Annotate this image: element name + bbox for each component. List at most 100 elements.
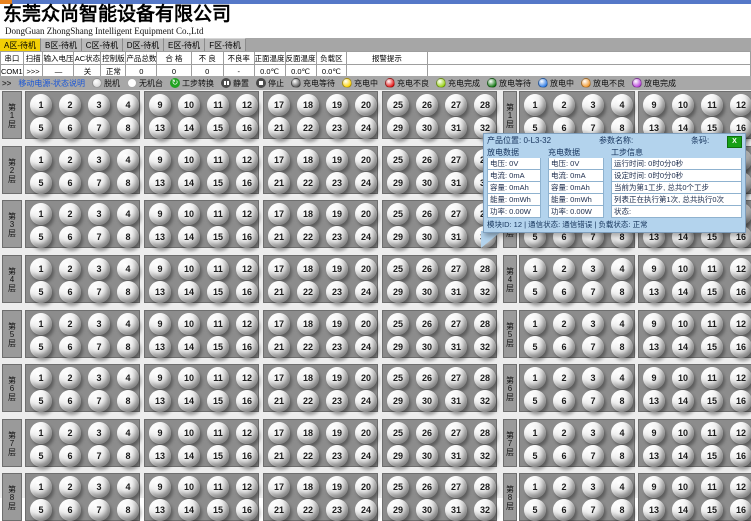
battery-cell[interactable]: 10 [178, 258, 200, 280]
battery-cell[interactable]: 5 [30, 445, 52, 467]
battery-cell[interactable]: 10 [178, 476, 200, 498]
battery-cell[interactable]: 1 [30, 313, 52, 335]
zone-tab-4[interactable]: D区-待机 [123, 38, 164, 51]
battery-cell[interactable]: 23 [326, 336, 348, 358]
battery-cell[interactable]: 4 [611, 258, 633, 280]
battery-cell[interactable]: 25 [387, 422, 409, 444]
battery-cell[interactable]: 12 [730, 313, 751, 335]
battery-cell[interactable]: 11 [207, 149, 229, 171]
battery-cell[interactable]: 6 [553, 390, 575, 412]
battery-cell[interactable]: 7 [582, 336, 604, 358]
battery-cell[interactable]: 25 [387, 367, 409, 389]
battery-cell[interactable]: 7 [582, 445, 604, 467]
battery-cell[interactable]: 1 [524, 94, 546, 116]
battery-cell[interactable]: 27 [445, 476, 467, 498]
battery-cell[interactable]: 22 [297, 226, 319, 248]
battery-cell[interactable]: 18 [297, 313, 319, 335]
battery-cell[interactable]: 20 [355, 422, 377, 444]
battery-cell[interactable]: 16 [236, 117, 258, 139]
battery-cell[interactable]: 19 [326, 258, 348, 280]
battery-cell[interactable]: 24 [355, 117, 377, 139]
battery-cell[interactable]: 3 [88, 203, 110, 225]
battery-cell[interactable]: 15 [207, 336, 229, 358]
battery-cell[interactable]: 15 [207, 445, 229, 467]
battery-cell[interactable]: 26 [416, 203, 438, 225]
battery-cell[interactable]: 23 [326, 226, 348, 248]
battery-cell[interactable]: 10 [672, 476, 694, 498]
battery-cell[interactable]: 5 [524, 445, 546, 467]
battery-cell[interactable]: 6 [59, 390, 81, 412]
battery-cell[interactable]: 3 [88, 94, 110, 116]
battery-cell[interactable]: 4 [117, 422, 139, 444]
battery-cell[interactable]: 2 [553, 422, 575, 444]
battery-cell[interactable]: 16 [236, 336, 258, 358]
battery-cell[interactable]: 2 [59, 258, 81, 280]
battery-cell[interactable]: 7 [88, 281, 110, 303]
battery-cell[interactable]: 12 [236, 149, 258, 171]
battery-cell[interactable]: 9 [643, 313, 665, 335]
battery-cell[interactable]: 28 [474, 367, 496, 389]
battery-cell[interactable]: 9 [643, 258, 665, 280]
battery-cell[interactable]: 14 [672, 499, 694, 521]
battery-cell[interactable]: 8 [611, 281, 633, 303]
battery-cell[interactable]: 8 [117, 172, 139, 194]
battery-cell[interactable]: 25 [387, 203, 409, 225]
battery-cell[interactable]: 13 [149, 499, 171, 521]
battery-cell[interactable]: 16 [730, 499, 751, 521]
battery-cell[interactable]: 21 [268, 117, 290, 139]
battery-cell[interactable]: 9 [643, 94, 665, 116]
battery-cell[interactable]: 1 [30, 476, 52, 498]
battery-cell[interactable]: 21 [268, 336, 290, 358]
battery-cell[interactable]: 29 [387, 226, 409, 248]
battery-cell[interactable]: 16 [236, 226, 258, 248]
battery-cell[interactable]: 1 [30, 94, 52, 116]
battery-cell[interactable]: 10 [178, 367, 200, 389]
battery-cell[interactable]: 3 [88, 367, 110, 389]
battery-cell[interactable]: 25 [387, 313, 409, 335]
battery-cell[interactable]: 6 [553, 445, 575, 467]
battery-cell[interactable]: 29 [387, 390, 409, 412]
battery-cell[interactable]: 14 [178, 172, 200, 194]
battery-cell[interactable]: 14 [672, 281, 694, 303]
battery-cell[interactable]: 16 [236, 445, 258, 467]
battery-cell[interactable]: 5 [524, 336, 546, 358]
battery-cell[interactable]: 10 [178, 313, 200, 335]
battery-cell[interactable]: 10 [672, 422, 694, 444]
battery-cell[interactable]: 28 [474, 258, 496, 280]
battery-cell[interactable]: 3 [88, 313, 110, 335]
battery-cell[interactable]: 9 [643, 422, 665, 444]
battery-cell[interactable]: 8 [611, 445, 633, 467]
battery-cell[interactable]: 16 [236, 281, 258, 303]
battery-cell[interactable]: 32 [474, 499, 496, 521]
battery-cell[interactable]: 21 [268, 499, 290, 521]
battery-cell[interactable]: 31 [445, 390, 467, 412]
battery-cell[interactable]: 27 [445, 94, 467, 116]
battery-cell[interactable]: 19 [326, 149, 348, 171]
battery-cell[interactable]: 2 [553, 313, 575, 335]
battery-cell[interactable]: 12 [730, 422, 751, 444]
battery-cell[interactable]: 26 [416, 313, 438, 335]
battery-cell[interactable]: 23 [326, 281, 348, 303]
battery-cell[interactable]: 11 [701, 367, 723, 389]
battery-cell[interactable]: 12 [730, 367, 751, 389]
battery-cell[interactable]: 22 [297, 172, 319, 194]
battery-cell[interactable]: 9 [149, 422, 171, 444]
battery-cell[interactable]: 23 [326, 117, 348, 139]
battery-cell[interactable]: 9 [149, 476, 171, 498]
battery-cell[interactable]: 14 [178, 226, 200, 248]
popup-close-button[interactable]: X [727, 136, 742, 148]
battery-cell[interactable]: 10 [672, 367, 694, 389]
battery-cell[interactable]: 10 [672, 94, 694, 116]
battery-cell[interactable]: 1 [30, 149, 52, 171]
battery-cell[interactable]: 2 [59, 94, 81, 116]
battery-cell[interactable]: 12 [730, 476, 751, 498]
battery-cell[interactable]: 3 [88, 422, 110, 444]
battery-cell[interactable]: 17 [268, 476, 290, 498]
battery-cell[interactable]: 14 [672, 390, 694, 412]
battery-cell[interactable]: 10 [178, 94, 200, 116]
battery-cell[interactable]: 15 [701, 445, 723, 467]
battery-cell[interactable]: 7 [88, 445, 110, 467]
battery-cell[interactable]: 22 [297, 499, 319, 521]
battery-cell[interactable]: 15 [207, 172, 229, 194]
battery-cell[interactable]: 20 [355, 203, 377, 225]
